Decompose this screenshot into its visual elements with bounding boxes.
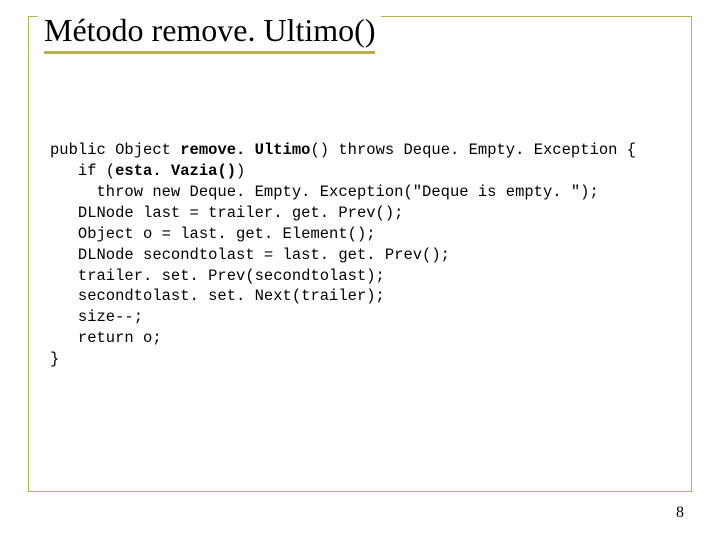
slide-title: Método remove. Ultimo() xyxy=(44,12,375,49)
code-line-1c: () throws Deque. Empty. Exception { xyxy=(310,141,636,159)
code-line-3: throw new Deque. Empty. Exception("Deque… xyxy=(50,183,599,201)
code-line-11: } xyxy=(50,350,59,368)
code-line-5: Object o = last. get. Element(); xyxy=(50,225,376,243)
code-line-2b: esta. Vazia() xyxy=(115,162,236,180)
code-line-7: trailer. set. Prev(secondtolast); xyxy=(50,267,385,285)
code-line-4: DLNode last = trailer. get. Prev(); xyxy=(50,204,403,222)
code-line-10: return o; xyxy=(50,329,162,347)
code-line-1a: public Object xyxy=(50,141,180,159)
code-line-6: DLNode secondtolast = last. get. Prev(); xyxy=(50,246,450,264)
page-number: 8 xyxy=(676,504,684,522)
code-line-8: secondtolast. set. Next(trailer); xyxy=(50,287,385,305)
code-line-9: size--; xyxy=(50,308,143,326)
code-line-1b: remove. Ultimo xyxy=(180,141,310,159)
title-underline xyxy=(44,51,375,54)
code-block: public Object remove. Ultimo() throws De… xyxy=(50,140,680,370)
code-line-2a: if ( xyxy=(50,162,115,180)
title-wrap: Método remove. Ultimo() xyxy=(38,12,381,60)
code-line-2c: ) xyxy=(236,162,245,180)
slide: Método remove. Ultimo() public Object re… xyxy=(0,0,720,540)
